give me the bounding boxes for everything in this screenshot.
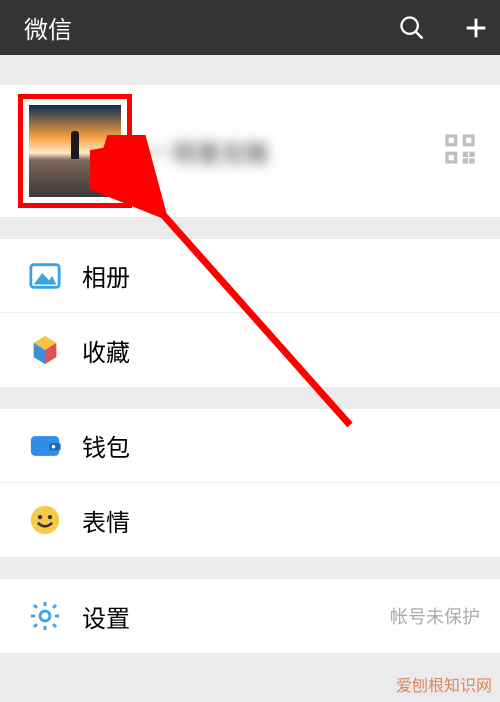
app-title: 微信 — [24, 10, 362, 45]
avatar[interactable] — [29, 105, 121, 197]
menu-label: 相册 — [82, 258, 480, 293]
menu-label: 钱包 — [82, 428, 480, 463]
qrcode-icon[interactable] — [444, 133, 476, 165]
emoji-icon — [28, 503, 62, 537]
menu-item-settings[interactable]: 设置 帐号未保护 — [0, 579, 500, 653]
profile-name: — 呀里无随 — [142, 134, 268, 169]
menu-note: 帐号未保护 — [390, 603, 480, 629]
menu-group: 相册 收藏 — [0, 239, 500, 387]
profile-card[interactable]: — 呀里无随 — [0, 85, 500, 217]
album-icon — [28, 259, 62, 293]
settings-icon — [28, 599, 62, 633]
menu-item-emoji[interactable]: 表情 — [0, 483, 500, 557]
menu-group: 设置 帐号未保护 — [0, 579, 500, 653]
menu-label: 收藏 — [82, 333, 480, 368]
menu-label: 设置 — [82, 599, 390, 634]
watermark: 爱刨根知识网 — [396, 672, 492, 696]
menu-item-favorites[interactable]: 收藏 — [0, 313, 500, 387]
avatar-highlight — [18, 94, 132, 208]
menu-label: 表情 — [82, 503, 480, 538]
menu-group: 钱包 表情 — [0, 409, 500, 557]
search-icon[interactable] — [398, 14, 426, 42]
plus-icon[interactable] — [462, 14, 490, 42]
menu-item-wallet[interactable]: 钱包 — [0, 409, 500, 483]
wallet-icon — [28, 429, 62, 463]
app-header: 微信 — [0, 0, 500, 55]
menu-item-album[interactable]: 相册 — [0, 239, 500, 313]
favorites-icon — [28, 333, 62, 367]
